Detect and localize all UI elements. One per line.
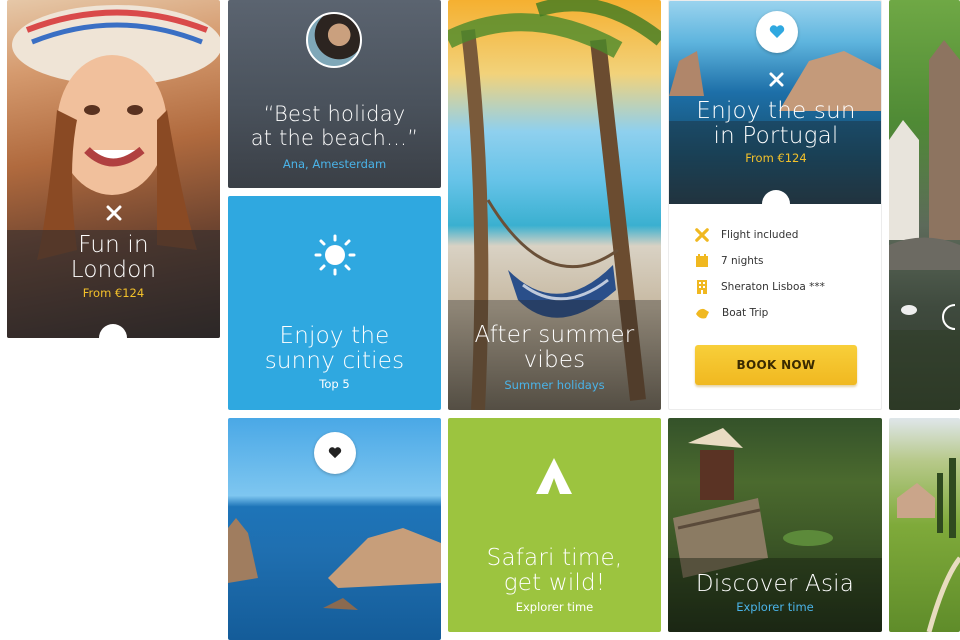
card-title: Safari time, get wild!	[486, 545, 623, 596]
card-sunny-cities[interactable]: Enjoy the sunny cities Top 5	[228, 196, 441, 410]
card-village-partial[interactable]	[889, 0, 960, 410]
book-now-button[interactable]: BOOK NOW	[695, 345, 857, 385]
photo-tuscany	[897, 458, 960, 632]
plane-icon	[769, 72, 784, 87]
feature-hotel: Sheraton Lisboa ***	[695, 280, 825, 294]
photo-village	[889, 40, 960, 410]
card-quote[interactable]: “Best holiday at the beach…” Ana, Ameste…	[228, 0, 441, 188]
card-title: Enjoy the sunny cities	[264, 323, 405, 374]
price-label: From €124	[82, 286, 145, 300]
feature-label: Boat Trip	[722, 307, 769, 319]
heart-icon	[769, 25, 785, 38]
portugal-photo: Enjoy the sun in Portugal From €124	[669, 1, 881, 204]
favorite-button[interactable]	[314, 432, 356, 474]
sun-icon	[314, 234, 356, 276]
card-discover-asia[interactable]: Discover Asia Explorer time	[668, 418, 882, 632]
plane-icon	[106, 205, 122, 221]
card-fun-in-london[interactable]: Fun in London From €124	[7, 0, 220, 338]
feature-label: Flight included	[721, 229, 799, 241]
heart-icon	[328, 447, 342, 459]
feature-nights: 7 nights	[695, 254, 764, 268]
card-subtitle: Explorer time	[736, 600, 814, 614]
price-label: From €124	[745, 151, 807, 165]
quote-text: “Best holiday at the beach…”	[250, 102, 419, 150]
card-title: After summer vibes	[474, 322, 635, 373]
card-after-summer[interactable]: After summer vibes Summer holidays	[448, 0, 661, 410]
card-tuscany-partial[interactable]	[889, 418, 960, 632]
card-title: Enjoy the sun in Portugal	[696, 98, 856, 149]
favorite-button[interactable]	[756, 11, 798, 53]
quote-author: Ana, Amesterdam	[282, 157, 387, 171]
feature-label: Sheraton Lisboa ***	[721, 281, 825, 293]
card-subtitle: Top 5	[319, 377, 350, 391]
card-safari[interactable]: Safari time, get wild! Explorer time	[448, 418, 661, 632]
card-title: Discover Asia	[695, 571, 855, 597]
card-notch	[762, 190, 790, 218]
feature-label: 7 nights	[721, 255, 764, 267]
avatar	[306, 12, 362, 68]
card-coast[interactable]	[228, 418, 441, 640]
feature-boat: Boat Trip	[695, 306, 768, 320]
card-title: Fun in London	[70, 232, 157, 283]
feature-flight: Flight included	[695, 228, 798, 242]
plane-icon	[695, 228, 709, 242]
card-subtitle: Explorer time	[515, 600, 594, 614]
card-portugal[interactable]: Enjoy the sun in Portugal From €124 Flig…	[668, 0, 882, 410]
tent-icon	[536, 458, 572, 494]
hotel-icon	[697, 280, 707, 294]
card-subtitle: Summer holidays	[504, 378, 605, 392]
calendar-icon	[696, 254, 708, 267]
hand-icon	[696, 308, 709, 319]
